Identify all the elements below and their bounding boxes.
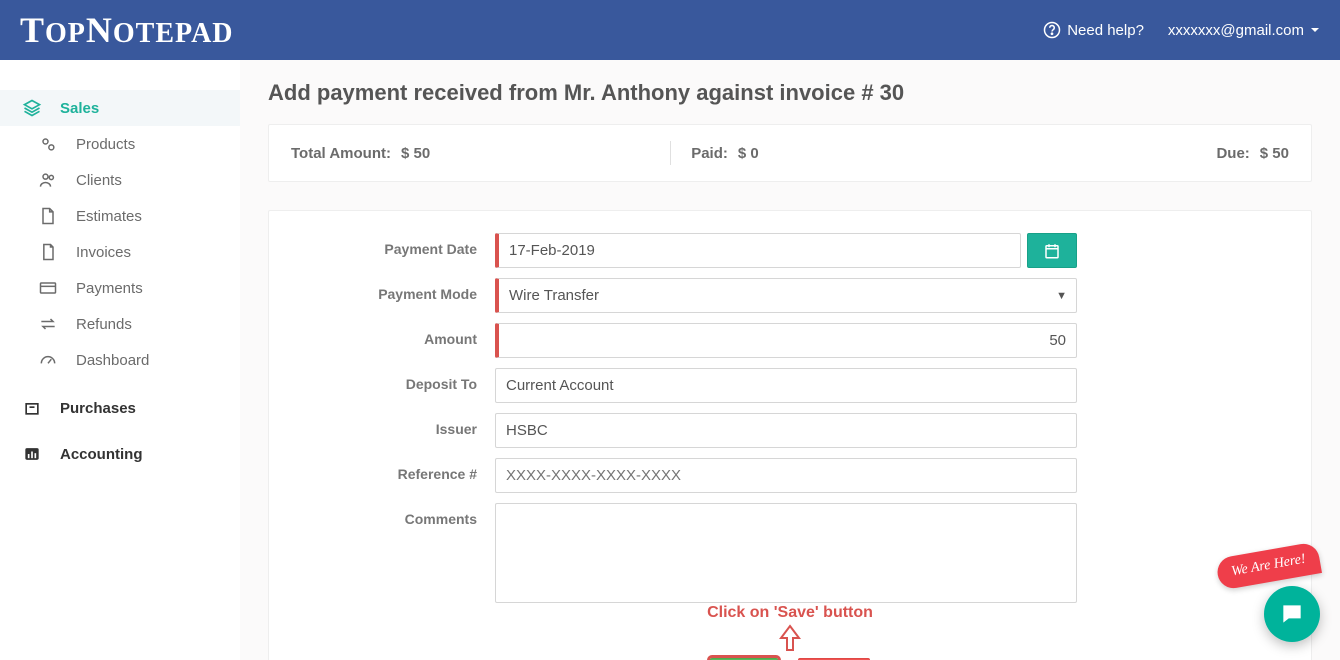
sidebar-label: Sales [60,100,99,117]
sidebar-item-invoices[interactable]: Invoices [0,234,240,270]
box-icon [22,398,42,418]
need-help-label: Need help? [1067,22,1144,39]
user-menu[interactable]: xxxxxxx@gmail.com [1168,22,1320,39]
payment-mode-select[interactable]: Wire Transfer [495,278,1077,313]
summary-paid: Paid: $ 0 [691,145,759,162]
chart-icon [22,444,42,464]
need-help-link[interactable]: Need help? [1043,21,1144,39]
summary-total: Total Amount: $ 50 [291,145,430,162]
sidebar-item-dashboard[interactable]: Dashboard [0,342,240,378]
sidebar-item-purchases[interactable]: Purchases [0,390,240,426]
sidebar-item-sales[interactable]: Sales [0,90,240,126]
sidebar-label: Payments [76,280,143,297]
label-payment-mode: Payment Mode [295,278,495,302]
chat-fab[interactable] [1264,586,1320,642]
card-icon [38,278,58,298]
users-icon [38,170,58,190]
label-issuer: Issuer [295,413,495,437]
sidebar-label: Invoices [76,244,131,261]
calendar-button[interactable] [1027,233,1077,268]
payment-form: Payment Date Payment Mode Wire Transfer … [268,210,1312,660]
arrow-up-icon [777,624,803,652]
comments-textarea[interactable] [495,503,1077,603]
sidebar-label: Clients [76,172,122,189]
label-payment-date: Payment Date [295,233,495,257]
summary-due: Due: $ 50 [1216,145,1289,162]
sidebar-item-clients[interactable]: Clients [0,162,240,198]
sidebar-label: Products [76,136,135,153]
page-title: Add payment received from Mr. Anthony ag… [268,80,1312,106]
help-icon [1043,21,1061,39]
annotation-text: Click on 'Save' button [295,604,1285,622]
layers-icon [22,98,42,118]
sidebar-label: Dashboard [76,352,149,369]
calendar-icon [1043,242,1061,260]
label-deposit-to: Deposit To [295,368,495,392]
swap-icon [38,314,58,334]
amount-input[interactable] [495,323,1077,358]
label-amount: Amount [295,323,495,347]
label-reference: Reference # [295,458,495,482]
sidebar-item-refunds[interactable]: Refunds [0,306,240,342]
sidebar-label: Accounting [60,446,143,463]
payment-date-input[interactable] [495,233,1021,268]
main-content: Add payment received from Mr. Anthony ag… [240,60,1340,660]
sidebar-item-payments[interactable]: Payments [0,270,240,306]
caret-down-icon [1310,25,1320,35]
annotation-arrow [295,624,1285,652]
sidebar-label: Refunds [76,316,132,333]
summary-card: Total Amount: $ 50 Paid: $ 0 Due: $ 50 [268,124,1312,182]
sidebar: Sales Products Clients Estimates Invoice… [0,60,240,660]
chat-icon [1279,601,1305,627]
topbar: TOPNOTEPAD Need help? xxxxxxx@gmail.com [0,0,1340,60]
reference-input[interactable] [495,458,1077,493]
deposit-to-input[interactable] [495,368,1077,403]
chat-widget: We Are Here! [1217,550,1320,642]
page-icon [38,242,58,262]
issuer-input[interactable] [495,413,1077,448]
sidebar-label: Estimates [76,208,142,225]
sidebar-item-estimates[interactable]: Estimates [0,198,240,234]
sidebar-item-accounting[interactable]: Accounting [0,436,240,472]
gauge-icon [38,350,58,370]
label-comments: Comments [295,503,495,527]
file-icon [38,206,58,226]
brand-logo: TOPNOTEPAD [20,9,234,51]
gears-icon [38,134,58,154]
user-email: xxxxxxx@gmail.com [1168,22,1304,39]
sidebar-label: Purchases [60,400,136,417]
sidebar-item-products[interactable]: Products [0,126,240,162]
